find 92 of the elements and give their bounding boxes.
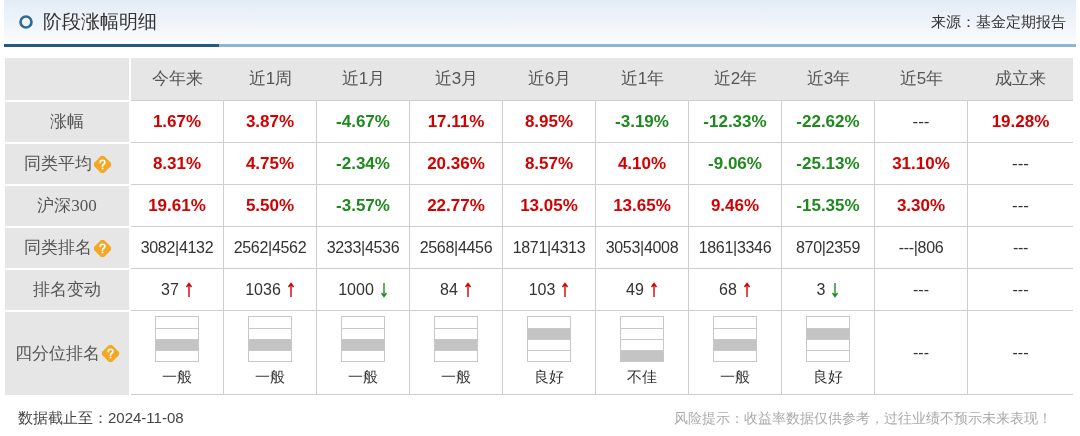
column-header: 近3月 <box>434 68 479 91</box>
return-value: 19.61% <box>148 194 206 217</box>
return-value: 4.10% <box>617 152 667 175</box>
help-icon[interactable] <box>93 155 111 173</box>
return-value: 8.57% <box>524 152 574 175</box>
return-value: 9.46% <box>710 194 760 217</box>
return-value: -25.13% <box>796 152 860 175</box>
quartile-label: 一般 <box>348 368 378 388</box>
rank-change-value: 84 <box>440 279 458 300</box>
rank-value: ---|806 <box>898 237 944 258</box>
row-label: 四分位排名 <box>15 342 100 365</box>
section-title: 阶段涨幅明细 <box>43 9 157 34</box>
quartile-bar <box>341 316 385 363</box>
help-icon[interactable] <box>102 345 119 362</box>
rank-value: 1871|4313 <box>512 237 586 258</box>
return-value: 13.05% <box>520 194 578 217</box>
quartile-bar <box>248 316 292 363</box>
quartile-bar <box>713 316 757 363</box>
return-value: 20.36% <box>427 152 485 175</box>
return-value: -15.35% <box>796 194 860 217</box>
rank-change-value: 1000 <box>338 279 374 300</box>
return-value: --- <box>912 110 930 133</box>
row-label: 排名变动 <box>33 279 101 302</box>
quartile-label: 一般 <box>255 368 285 388</box>
rank-value: 2568|4456 <box>419 237 493 258</box>
return-value: 22.77% <box>427 194 485 217</box>
return-value: -3.57% <box>336 194 390 217</box>
rank-change-value: 103 <box>528 279 556 300</box>
column-header: 近2年 <box>713 68 758 91</box>
return-value: -3.19% <box>615 110 669 133</box>
quartile-label: 一般 <box>441 368 471 388</box>
return-value: -4.67% <box>336 110 390 133</box>
return-value: 3.87% <box>245 110 295 133</box>
column-header: 近6月 <box>527 68 572 91</box>
row-label: 涨幅 <box>50 111 84 134</box>
return-value: 5.50% <box>245 194 295 217</box>
rank-value: --- <box>1012 237 1029 258</box>
quartile-bar <box>434 316 478 363</box>
column-header: 近1周 <box>248 68 293 91</box>
rank-change-value: --- <box>913 279 929 300</box>
rank-change-value: 1036 <box>245 279 281 300</box>
rank-value: 3233|4536 <box>326 237 400 258</box>
quartile-label: 不佳 <box>627 368 657 388</box>
column-header: 近5年 <box>899 68 944 91</box>
rank-change-value: 3 <box>816 279 826 300</box>
quartile-bar <box>527 316 571 363</box>
return-value: 17.11% <box>427 110 485 133</box>
return-value: -22.62% <box>796 110 860 133</box>
return-value: 19.28% <box>991 110 1050 133</box>
return-value: --- <box>1012 152 1029 175</box>
return-value: 13.65% <box>613 194 671 217</box>
rank-change-value: 68 <box>719 279 737 300</box>
quartile-bar <box>155 316 199 363</box>
empty-value: --- <box>1012 342 1029 363</box>
row-label: 同类平均 <box>23 153 92 176</box>
return-value: -12.33% <box>703 110 767 133</box>
column-header: 近3年 <box>806 68 851 91</box>
quartile-bar <box>806 316 850 363</box>
return-value: --- <box>1012 194 1029 217</box>
rank-value: 870|2359 <box>795 237 860 258</box>
rank-change-value: 49 <box>626 279 644 300</box>
quartile-label: 良好 <box>534 368 564 388</box>
source-label: 来源：基金定期报告 <box>931 11 1066 32</box>
data-date: 数据截止至：2024-11-08 <box>18 408 184 428</box>
return-value: 8.31% <box>152 152 202 175</box>
rank-value: 1861|3346 <box>698 237 772 258</box>
circle-icon <box>19 15 33 29</box>
column-header: 成立来 <box>995 68 1046 91</box>
column-header: 近1年 <box>620 68 665 91</box>
return-value: 4.75% <box>245 152 295 175</box>
column-header: 今年来 <box>152 68 203 91</box>
rank-value: 3082|4132 <box>140 237 214 258</box>
return-value: -2.34% <box>336 152 390 175</box>
risk-notice: 风险提示：收益率数据仅供参考，过往业绩不预示未来表现！ <box>674 409 1052 428</box>
rank-change-value: 37 <box>161 279 179 300</box>
quartile-bar <box>620 316 664 363</box>
row-label: 沪深300 <box>37 195 97 218</box>
row-label: 同类排名 <box>23 237 92 260</box>
quartile-label: 一般 <box>720 368 750 388</box>
return-value: 31.10% <box>892 152 950 175</box>
return-value: 3.30% <box>896 194 946 217</box>
quartile-label: 良好 <box>813 368 843 388</box>
quartile-label: 一般 <box>162 368 192 388</box>
rank-value: 2562|4562 <box>233 237 307 258</box>
empty-value: --- <box>913 342 929 363</box>
column-header: 近1月 <box>341 68 386 91</box>
return-value: 8.95% <box>524 110 574 133</box>
rank-value: 3053|4008 <box>605 237 679 258</box>
return-value: 1.67% <box>152 110 202 133</box>
return-value: -9.06% <box>708 152 762 175</box>
rank-change-value: --- <box>1012 279 1029 300</box>
help-icon[interactable] <box>93 239 111 257</box>
